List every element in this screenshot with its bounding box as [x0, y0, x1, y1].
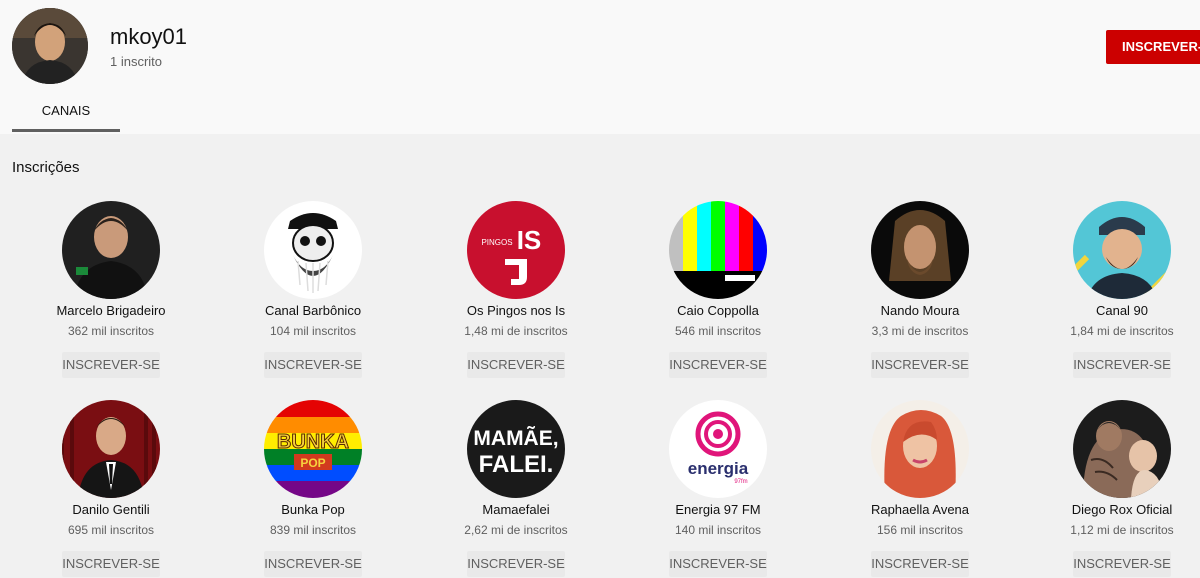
channel-card-subscribe-button[interactable]: INSCREVER-SE — [62, 352, 160, 378]
channel-card-subscribers: 156 mil inscritos — [876, 523, 964, 537]
subscribe-button[interactable]: INSCREVER-SE — [1106, 30, 1200, 64]
channel-card-name[interactable]: Caio Coppolla — [628, 303, 808, 318]
channel-card-subscribers: 104 mil inscritos — [269, 324, 357, 338]
channel-card-subscribers: 362 mil inscritos — [67, 324, 155, 338]
channel-card-subscribers: 1,48 mi de inscritos — [464, 324, 568, 338]
channel-card: Nando Moura 3,3 mi de inscritos INSCREVE… — [830, 201, 1010, 391]
logo-text: PINGOS — [481, 238, 512, 247]
logo-text: energia — [688, 459, 749, 478]
channel-card: Canal Barbônico 104 mil inscritos INSCRE… — [223, 201, 403, 391]
logo-text: 97fm — [734, 479, 747, 485]
logo-text: FALEI. — [479, 451, 554, 478]
logo-text: POP — [300, 456, 325, 470]
channel-card-subscribers: 839 mil inscritos — [269, 523, 357, 537]
channel-card-name[interactable]: Danilo Gentili — [21, 502, 201, 517]
channel-card-avatar[interactable] — [62, 201, 160, 299]
channel-card: Canal 90 1,84 mi de inscritos INSCREVER-… — [1032, 201, 1200, 391]
channel-card-avatar[interactable] — [669, 201, 767, 299]
channel-card-subscribers: 3,3 mi de inscritos — [871, 324, 969, 338]
channel-card-subscribers: 695 mil inscritos — [67, 523, 155, 537]
channel-card-name[interactable]: Canal 90 — [1032, 303, 1200, 318]
channel-card-subscribers: 546 mil inscritos — [674, 324, 762, 338]
channel-card: PINGOS IS Os Pingos nos Is 1,48 mi de in… — [426, 201, 606, 391]
channel-card-avatar[interactable]: PINGOS IS — [467, 201, 565, 299]
channel-card-avatar[interactable] — [1073, 400, 1171, 498]
tab-canais[interactable]: CANAIS — [12, 94, 120, 132]
channel-card-avatar[interactable]: energia 97fm — [669, 400, 767, 498]
channel-card: Marcelo Brigadeiro 362 mil inscritos INS… — [21, 201, 201, 391]
channel-card-name[interactable]: Diego Rox Oficial — [1032, 502, 1200, 517]
channel-card-name[interactable]: Mamaefalei — [426, 502, 606, 517]
channel-card: Danilo Gentili 695 mil inscritos INSCREV… — [21, 400, 201, 578]
channel-card-subscribers: 2,62 mi de inscritos — [464, 523, 568, 537]
channel-card-subscribe-button[interactable]: INSCREVER-SE — [467, 551, 565, 577]
channel-card-subscribers: 1,84 mi de inscritos — [1070, 324, 1174, 338]
channel-card: Caio Coppolla 546 mil inscritos INSCREVE… — [628, 201, 808, 391]
tab-label: CANAIS — [41, 103, 91, 118]
channel-card-name[interactable]: Raphaella Avena — [830, 502, 1010, 517]
channel-card-avatar[interactable] — [871, 201, 969, 299]
channel-card: Raphaella Avena 156 mil inscritos INSCRE… — [830, 400, 1010, 578]
channel-card-subscribe-button[interactable]: INSCREVER-SE — [669, 551, 767, 577]
logo-text: IS — [517, 225, 542, 255]
channel-card-name[interactable]: Energia 97 FM — [628, 502, 808, 517]
channel-header: mkoy01 1 inscrito INSCREVER-SE CANAIS — [0, 0, 1200, 134]
channel-avatar[interactable] — [12, 8, 88, 84]
logo-text: BUNKA — [277, 431, 349, 453]
channel-card-avatar[interactable] — [62, 400, 160, 498]
channel-card-subscribe-button[interactable]: INSCREVER-SE — [467, 352, 565, 378]
channel-card-subscribe-button[interactable]: INSCREVER-SE — [669, 352, 767, 378]
channel-card-subscribers: 1,12 mi de inscritos — [1070, 523, 1174, 537]
channel-card-name[interactable]: Bunka Pop — [223, 502, 403, 517]
channel-card-avatar[interactable]: MAMÃE, FALEI. — [467, 400, 565, 498]
channel-card-name[interactable]: Marcelo Brigadeiro — [21, 303, 201, 318]
channel-card: MAMÃE, FALEI. Mamaefalei 2,62 mi de insc… — [426, 400, 606, 578]
channel-card-subscribe-button[interactable]: INSCREVER-SE — [62, 551, 160, 577]
channel-card-subscribe-button[interactable]: INSCREVER-SE — [1073, 551, 1171, 577]
channel-card-subscribe-button[interactable]: INSCREVER-SE — [264, 352, 362, 378]
channel-card-name[interactable]: Canal Barbônico — [223, 303, 403, 318]
channel-card-subscribe-button[interactable]: INSCREVER-SE — [871, 551, 969, 577]
channel-card-name[interactable]: Os Pingos nos Is — [426, 303, 606, 318]
channel-card-avatar[interactable] — [264, 201, 362, 299]
channel-card-subscribers: 140 mil inscritos — [674, 523, 762, 537]
channel-card-subscribe-button[interactable]: INSCREVER-SE — [264, 551, 362, 577]
channel-card: energia 97fm Energia 97 FM 140 mil inscr… — [628, 400, 808, 578]
section-title: Inscrições — [12, 159, 80, 176]
channel-card-avatar[interactable] — [1073, 201, 1171, 299]
channel-subscriber-count: 1 inscrito — [110, 54, 163, 69]
channel-card-name[interactable]: Nando Moura — [830, 303, 1010, 318]
tab-active-indicator — [12, 129, 120, 132]
channel-card: BUNKA POP Bunka Pop 839 mil inscritos IN… — [223, 400, 403, 578]
channel-card-subscribe-button[interactable]: INSCREVER-SE — [1073, 352, 1171, 378]
logo-text: MAMÃE, — [473, 427, 558, 450]
channel-card: Diego Rox Oficial 1,12 mi de inscritos I… — [1032, 400, 1200, 578]
channel-card-subscribe-button[interactable]: INSCREVER-SE — [871, 352, 969, 378]
channel-name: mkoy01 — [110, 24, 188, 49]
channel-card-avatar[interactable] — [871, 400, 969, 498]
channel-card-avatar[interactable]: BUNKA POP — [264, 400, 362, 498]
